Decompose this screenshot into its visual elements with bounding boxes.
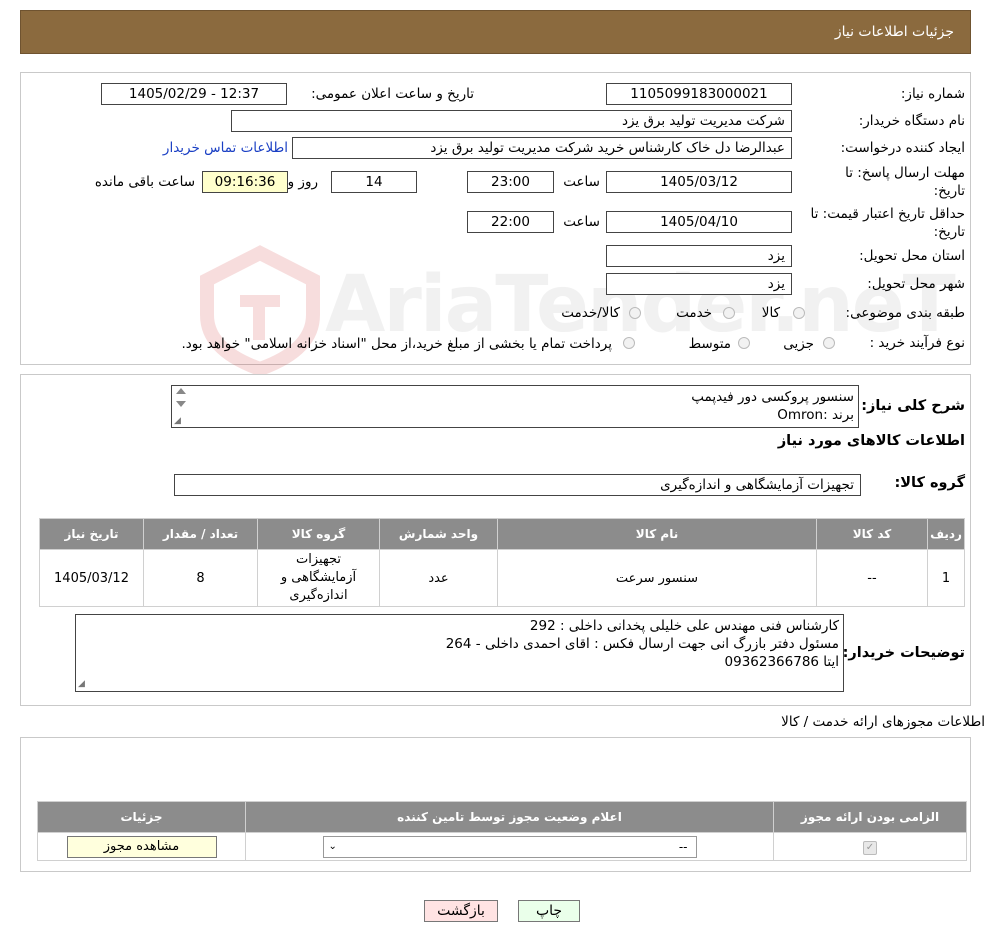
- cell-license-status: ⌄ --: [245, 832, 774, 861]
- process-radio-medium[interactable]: [738, 337, 750, 349]
- province-label: استان محل تحویل:: [859, 248, 965, 264]
- cell-qty: 8: [143, 549, 258, 607]
- col-code: کد کالا: [816, 518, 928, 550]
- category-radio-service[interactable]: [723, 307, 735, 319]
- deadline-time-label: ساعت: [563, 174, 600, 190]
- back-button[interactable]: بازگشت: [424, 900, 498, 922]
- goods-table: ردیف کد کالا نام کالا واحد شمارش گروه کا…: [39, 518, 965, 607]
- cell-row: 1: [927, 549, 965, 607]
- buyer-notes-line-1: کارشناس فنی مهندس علی خلیلی پخدانی داخلی…: [529, 618, 839, 634]
- table-row: ✓ ⌄ -- مشاهده مجوز: [37, 832, 967, 861]
- goods-table-header: ردیف کد کالا نام کالا واحد شمارش گروه کا…: [39, 518, 965, 550]
- summary-line-1: سنسور پروکسی دور فیدپمپ: [691, 389, 854, 405]
- goods-section-title: اطلاعات کالاهای مورد نیاز: [777, 433, 965, 449]
- validity-label: حداقل تاریخ اعتبار قیمت: تا: [810, 206, 965, 222]
- process-label: نوع فرآیند خرید :: [869, 335, 965, 351]
- view-license-button[interactable]: مشاهده مجوز: [66, 835, 217, 858]
- buyer-notes-label: توضیحات خریدار:: [842, 645, 965, 661]
- watermark-logo-icon: [200, 245, 320, 377]
- col-license-required: الزامی بودن ارائه مجوز: [773, 801, 967, 833]
- required-checkbox[interactable]: ✓: [863, 840, 877, 855]
- need-number-field: 1105099183000021: [606, 83, 792, 105]
- process-option-minor: جزیی: [783, 336, 814, 352]
- requester-field: عبدالرضا دل خاک کارشناس خرید شرکت مدیریت…: [292, 137, 792, 159]
- city-field: یزد: [606, 273, 792, 295]
- col-license-details: جزئیات: [37, 801, 246, 833]
- category-radio-goods[interactable]: [793, 307, 805, 319]
- buyer-notes-textarea[interactable]: کارشناس فنی مهندس علی خلیلی پخدانی داخلی…: [75, 614, 844, 692]
- requester-label: ایجاد کننده درخواست:: [840, 140, 965, 156]
- buyer-contact-link[interactable]: اطلاعات تماس خریدار: [163, 140, 288, 156]
- summary-label: شرح کلی نیاز:: [861, 398, 965, 414]
- category-option-goods: کالا: [761, 305, 780, 321]
- announce-field: 1405/02/29 - 12:37: [101, 83, 287, 105]
- remaining-time-field: 09:16:36: [202, 171, 288, 193]
- col-name: نام کالا: [497, 518, 817, 550]
- buyer-org-label: نام دستگاه خریدار:: [858, 113, 965, 129]
- goods-group-label: گروه کالا:: [894, 475, 965, 491]
- licenses-table-header: الزامی بودن ارائه مجوز اعلام وضعیت مجوز …: [37, 801, 967, 833]
- page-title: جزئیات اطلاعات نیاز: [834, 24, 954, 40]
- announce-label: تاریخ و ساعت اعلان عمومی:: [311, 86, 474, 102]
- cell-date: 1405/03/12: [39, 549, 144, 607]
- licenses-section-title: اطلاعات مجوزهای ارائه خدمت / کالا: [781, 714, 985, 730]
- process-radio-treasury[interactable]: [623, 337, 635, 349]
- category-label: طبقه بندی موضوعی:: [845, 305, 965, 321]
- select-chevron-down-icon: ⌄: [328, 840, 337, 852]
- summary-line-2: برند :Omron: [777, 407, 854, 423]
- process-option-medium: متوسط: [688, 336, 731, 352]
- category-option-service: خدمت: [676, 305, 712, 321]
- buyer-notes-line-3: ایتا 09362366786: [724, 654, 839, 670]
- deadline-label: مهلت ارسال پاسخ: تا: [845, 165, 965, 181]
- need-number-label: شماره نیاز:: [900, 86, 965, 102]
- process-note: پرداخت تمام یا بخشی از مبلغ خرید،از محل …: [181, 336, 612, 352]
- col-unit: واحد شمارش: [379, 518, 498, 550]
- cell-code: --: [816, 549, 928, 607]
- print-button[interactable]: چاپ: [518, 900, 580, 922]
- summary-textarea[interactable]: سنسور پروکسی دور فیدپمپ برند :Omron: [171, 385, 859, 428]
- validity-time-label: ساعت: [563, 214, 600, 230]
- days-field: 14: [331, 171, 417, 193]
- remaining-label: ساعت باقی مانده: [94, 174, 195, 190]
- category-radio-goods-service[interactable]: [629, 307, 641, 319]
- buyer-notes-line-2: مسئول دفتر بازرگ انی جهت ارسال فکس : اقا…: [445, 636, 839, 652]
- category-option-goods-service: کالا/خدمت: [561, 305, 620, 321]
- col-date: تاریخ نیاز: [39, 518, 144, 550]
- resize-grip-icon[interactable]: ◢: [174, 416, 181, 426]
- city-label: شهر محل تحویل:: [867, 276, 965, 292]
- page-header: جزئیات اطلاعات نیاز: [20, 10, 971, 54]
- validity-date-field: 1405/04/10: [606, 211, 792, 233]
- deadline-date-field: 1405/03/12: [606, 171, 792, 193]
- col-group: گروه کالا: [257, 518, 380, 550]
- scroll-down-icon[interactable]: [176, 401, 186, 407]
- col-row: ردیف: [927, 518, 965, 550]
- notes-resize-grip-icon[interactable]: ◢: [78, 679, 85, 689]
- cell-unit: عدد: [379, 549, 498, 607]
- table-row: 1 -- سنسور سرعت عدد تجهیزات آزمایشگاهی و…: [39, 549, 965, 607]
- cell-name: سنسور سرعت: [497, 549, 817, 607]
- process-radio-minor[interactable]: [823, 337, 835, 349]
- licenses-table: الزامی بودن ارائه مجوز اعلام وضعیت مجوز …: [37, 801, 967, 861]
- cell-license-required: ✓: [773, 832, 967, 861]
- validity-label-date: تاریخ:: [933, 224, 965, 240]
- license-status-select[interactable]: ⌄ --: [322, 835, 697, 858]
- goods-group-field: تجهیزات آزمایشگاهی و اندازه‌گیری: [174, 474, 861, 496]
- province-field: یزد: [606, 245, 792, 267]
- deadline-time-field: 23:00: [467, 171, 554, 193]
- col-qty: تعداد / مقدار: [143, 518, 258, 550]
- select-value: --: [678, 839, 688, 854]
- cell-group: تجهیزات آزمایشگاهی و اندازه‌گیری: [257, 549, 380, 607]
- cell-license-details: مشاهده مجوز: [37, 832, 246, 861]
- col-license-status: اعلام وضعیت مجوز توسط تامین کننده: [245, 801, 774, 833]
- deadline-label-date: تاریخ:: [933, 183, 965, 199]
- validity-time-field: 22:00: [467, 211, 554, 233]
- days-label: روز و: [287, 174, 318, 190]
- buyer-org-field: شرکت مدیریت تولید برق یزد: [231, 110, 792, 132]
- scroll-up-icon[interactable]: [176, 388, 186, 394]
